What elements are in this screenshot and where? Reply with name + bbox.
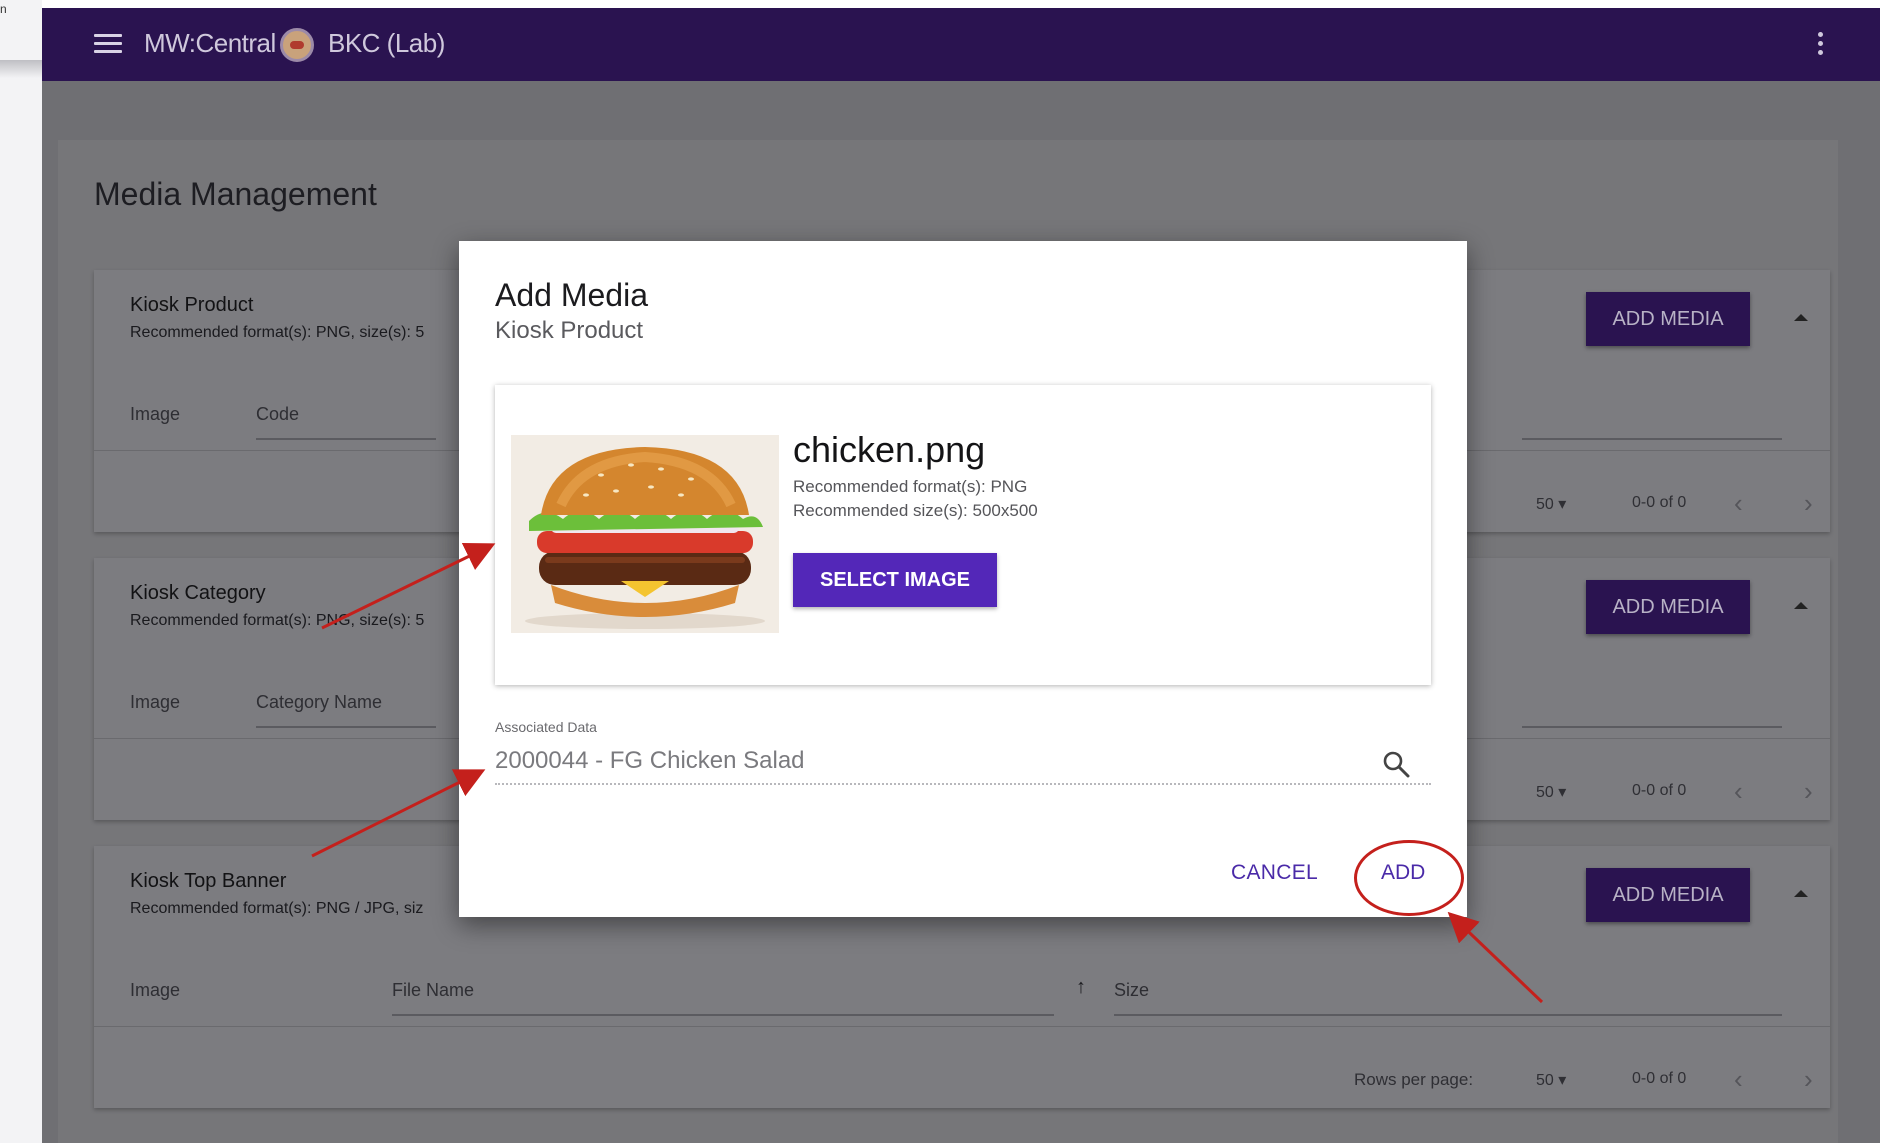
column-header-image[interactable]: Image <box>130 404 180 425</box>
add-media-button[interactable]: ADD MEDIA <box>1586 292 1750 346</box>
brand-logo-icon <box>280 28 314 62</box>
add-media-button[interactable]: ADD MEDIA <box>1586 580 1750 634</box>
store-name[interactable]: BKC (Lab) <box>328 28 445 59</box>
chevron-right-icon[interactable]: › <box>1804 1066 1813 1092</box>
left-edge-strip: n <box>0 0 42 1143</box>
pagination-range: 0-0 of 0 <box>1632 782 1687 799</box>
associated-data-input[interactable] <box>495 739 1431 785</box>
chevron-right-icon[interactable]: › <box>1804 490 1813 516</box>
associated-data-label: Associated Data <box>495 719 597 735</box>
column-underline <box>256 438 436 440</box>
caret-down-icon: ▾ <box>1558 496 1567 513</box>
pagination-range: 0-0 of 0 <box>1632 494 1687 511</box>
column-header-image[interactable]: Image <box>130 980 180 1001</box>
caret-up-icon[interactable] <box>1794 602 1808 609</box>
column-header-category-name[interactable]: Category Name <box>256 692 382 713</box>
menu-icon[interactable] <box>94 34 122 54</box>
top-app-bar: MW:Central BKC (Lab) <box>42 8 1880 81</box>
column-underline <box>392 1014 1054 1016</box>
section-title: Kiosk Category <box>130 582 266 604</box>
media-preview-card: chicken.png Recommended format(s): PNG R… <box>495 385 1431 685</box>
section-subtitle: Recommended format(s): PNG / JPG, siz <box>130 900 424 917</box>
section-subtitle: Recommended format(s): PNG, size(s): 5 <box>130 324 425 341</box>
caret-up-icon[interactable] <box>1794 890 1808 897</box>
rows-per-page-select[interactable]: 50 ▾ <box>1536 782 1566 802</box>
file-name: chicken.png <box>793 429 986 470</box>
section-title: Kiosk Product <box>130 294 254 316</box>
dialog-title: Add Media <box>495 277 648 313</box>
column-header-file-name[interactable]: File Name <box>392 980 474 1001</box>
section-subtitle: Recommended format(s): PNG, size(s): 5 <box>130 612 425 629</box>
add-button[interactable]: ADD <box>1381 861 1425 885</box>
column-header-size[interactable]: Size <box>1114 980 1149 1001</box>
dialog-subtitle: Kiosk Product <box>495 317 644 344</box>
chevron-left-icon[interactable]: ‹ <box>1734 1066 1743 1092</box>
section-title: Kiosk Top Banner <box>130 870 287 892</box>
column-underline <box>1114 1014 1782 1016</box>
rows-per-page-select[interactable]: 50 ▾ <box>1536 494 1566 514</box>
column-underline <box>1522 438 1782 440</box>
caret-up-icon[interactable] <box>1794 314 1808 321</box>
select-image-button[interactable]: SELECT IMAGE <box>793 553 997 607</box>
left-edge-shadow <box>0 60 42 78</box>
add-media-button[interactable]: ADD MEDIA <box>1586 868 1750 922</box>
arrow-up-icon[interactable]: ↑ <box>1076 976 1086 999</box>
pagination-range: 0-0 of 0 <box>1632 1070 1687 1087</box>
app-name: MW:Central <box>144 28 276 58</box>
column-underline <box>256 726 436 728</box>
rows-per-page-value: 50 <box>1536 496 1554 513</box>
column-header-image[interactable]: Image <box>130 692 180 713</box>
chevron-left-icon[interactable]: ‹ <box>1734 778 1743 804</box>
column-header-code[interactable]: Code <box>256 404 299 425</box>
caret-down-icon: ▾ <box>1558 784 1567 801</box>
rows-per-page-select[interactable]: 50 ▾ <box>1536 1070 1566 1090</box>
chevron-right-icon[interactable]: › <box>1804 778 1813 804</box>
chevron-left-icon[interactable]: ‹ <box>1734 490 1743 516</box>
burger-image <box>511 435 779 633</box>
rows-per-page-label: Rows per page: <box>1354 1070 1474 1089</box>
page-title: Media Management <box>94 176 377 212</box>
search-icon[interactable] <box>1381 749 1411 779</box>
rows-per-page-value: 50 <box>1536 784 1554 801</box>
section-divider <box>94 1026 1830 1027</box>
rows-per-page-value: 50 <box>1536 1072 1554 1089</box>
column-underline <box>1522 726 1782 728</box>
left-edge-text: n <box>0 2 7 16</box>
add-media-dialog: Add Media Kiosk Product chicken.png Reco… <box>459 241 1467 917</box>
caret-down-icon: ▾ <box>1558 1072 1567 1089</box>
recommended-size: Recommended size(s): 500x500 <box>793 501 1038 520</box>
recommended-format: Recommended format(s): PNG <box>793 477 1028 496</box>
more-vert-icon[interactable] <box>1818 32 1824 58</box>
cancel-button[interactable]: CANCEL <box>1231 861 1318 885</box>
